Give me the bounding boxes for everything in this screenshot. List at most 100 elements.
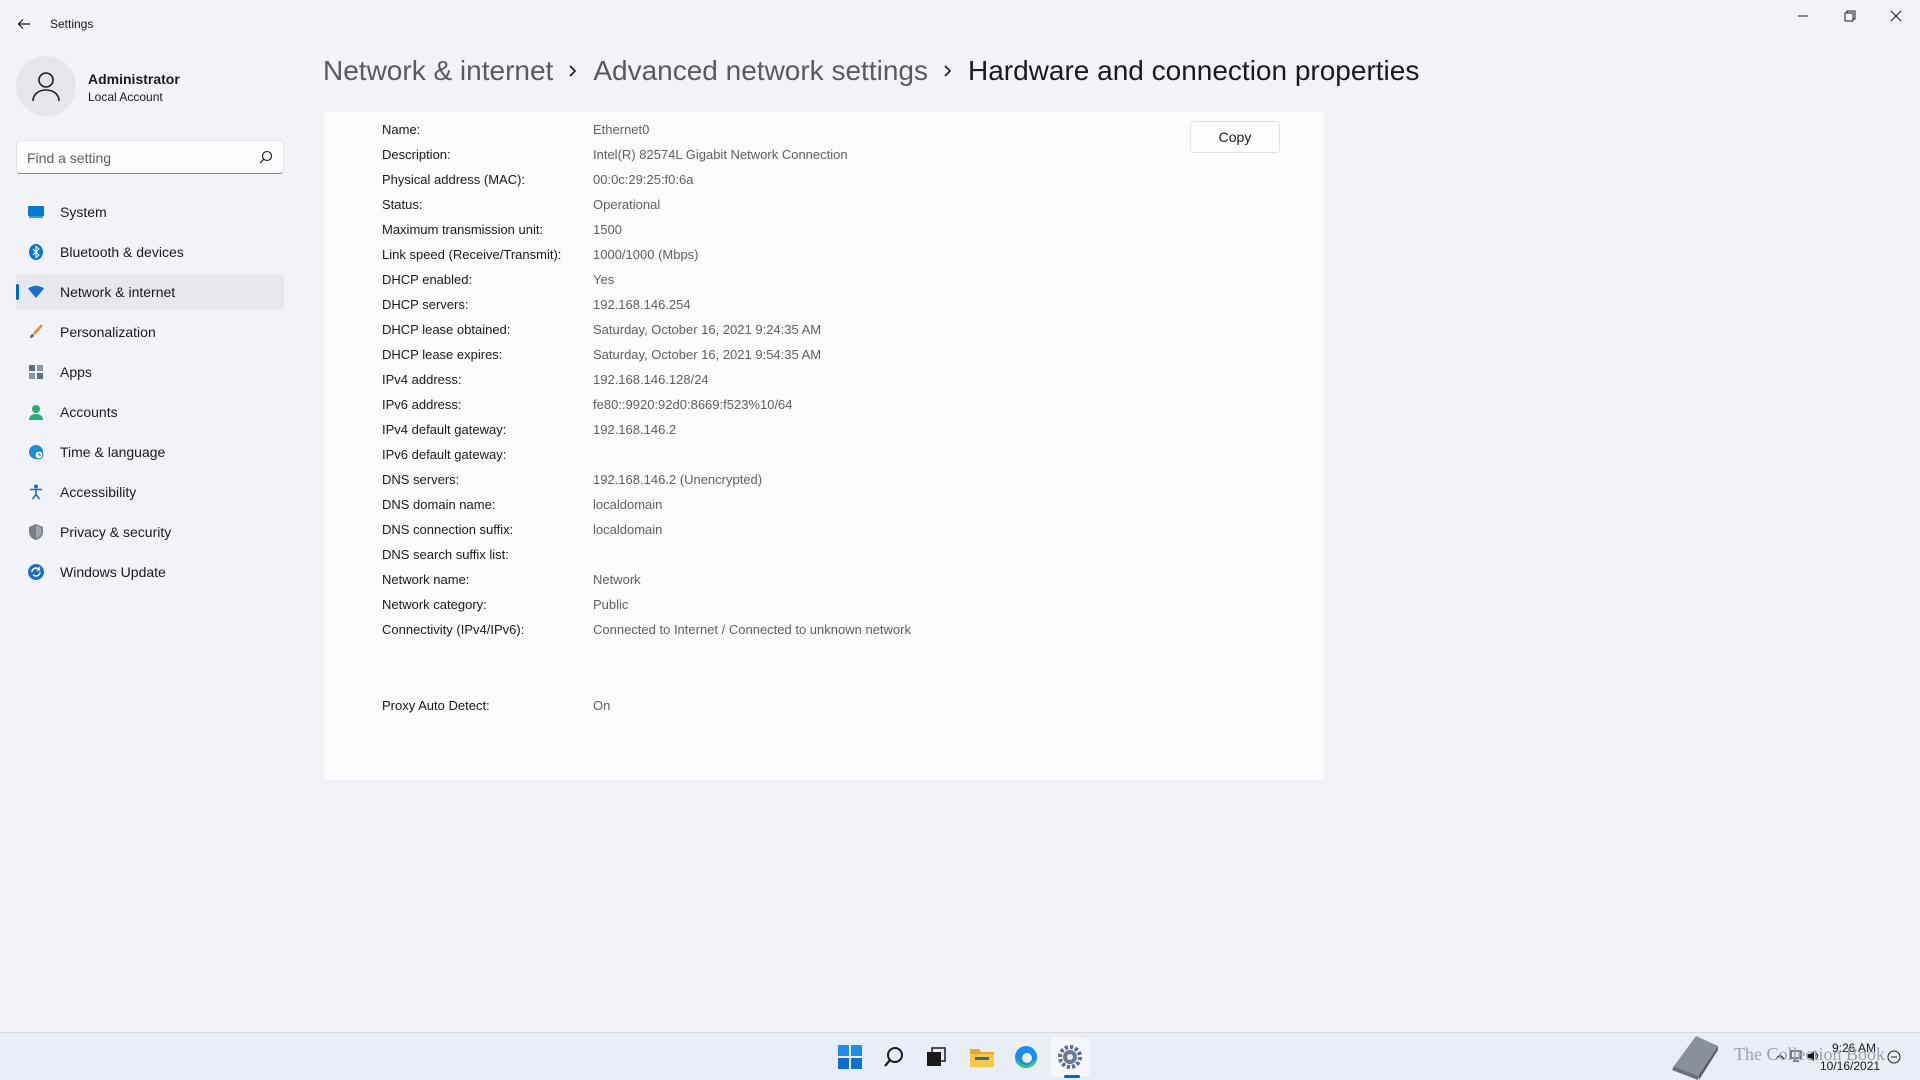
search-icon [884, 1047, 903, 1067]
property-row-proxy: Proxy Auto Detect: On [382, 698, 1182, 723]
sidebar-item-apps[interactable]: Apps [16, 354, 284, 390]
task-view-button[interactable] [916, 1037, 956, 1077]
property-label: DNS search suffix list: [382, 547, 509, 562]
back-arrow-icon [17, 19, 30, 29]
property-label: IPv4 default gateway: [382, 422, 507, 437]
property-value: 1500 [593, 222, 622, 237]
search-input[interactable]: Find a setting [27, 150, 111, 166]
settings-icon [1058, 1045, 1082, 1069]
property-row: IPv4 default gateway: 192.168.146.2 [382, 422, 1182, 447]
search-icon [259, 150, 273, 164]
property-row: IPv4 address: 192.168.146.128/24 [382, 372, 1182, 397]
property-label: Physical address (MAC): [382, 172, 526, 187]
property-value: localdomain [593, 522, 663, 537]
property-value: Operational [593, 197, 661, 212]
chevron-right-icon [928, 57, 968, 85]
property-label: IPv6 default gateway: [382, 447, 507, 462]
close-button[interactable] [1873, 0, 1919, 32]
property-label: Network name: [382, 572, 470, 587]
avatar [16, 56, 76, 116]
property-value: Yes [593, 272, 615, 287]
property-label: IPv4 address: [382, 372, 462, 387]
sidebar-item-system[interactable]: System [16, 194, 284, 230]
property-label: DHCP servers: [382, 297, 469, 312]
property-label: Maximum transmission unit: [382, 222, 544, 237]
user-profile[interactable]: Administrator Local Account [16, 56, 286, 116]
person-icon [28, 404, 44, 420]
bluetooth-icon [28, 244, 44, 260]
sidebar-item-label: Privacy & security [60, 524, 172, 540]
property-value: Network [593, 572, 641, 587]
watermark: The Collection Book [1668, 1030, 1918, 1080]
property-value: fe80::9920:92d0:8669:f523%10/64 [593, 397, 793, 412]
property-label: Network category: [382, 597, 487, 612]
sidebar-item-bluetooth[interactable]: Bluetooth & devices [16, 234, 284, 270]
sidebar-item-label: Network & internet [60, 284, 176, 300]
property-value: Saturday, October 16, 2021 9:24:35 AM [593, 322, 822, 337]
property-row: DHCP enabled: Yes [382, 272, 1182, 297]
monitor-icon [28, 204, 44, 220]
property-value: 00:0c:29:25:f0:6a [593, 172, 694, 187]
property-row: DHCP servers: 192.168.146.254 [382, 297, 1182, 322]
property-row: Name: Ethernet0 [382, 122, 1182, 147]
shield-icon [28, 524, 44, 540]
property-label: Link speed (Receive/Transmit): [382, 247, 562, 262]
sidebar-item-privacy-security[interactable]: Privacy & security [16, 514, 284, 550]
sidebar-item-label: Accessibility [60, 484, 137, 500]
person-icon [32, 72, 60, 102]
task-view-icon [927, 1047, 946, 1066]
property-row: Network category: Public [382, 597, 1182, 622]
property-row: Link speed (Receive/Transmit): 1000/1000 … [382, 247, 1182, 272]
property-row: Maximum transmission unit: 1500 [382, 222, 1182, 247]
taskbar-search-button[interactable] [874, 1037, 914, 1077]
property-value: Ethernet0 [593, 122, 650, 137]
sidebar-item-accounts[interactable]: Accounts [16, 394, 284, 430]
property-row: IPv6 default gateway: [382, 447, 1182, 472]
property-row: Physical address (MAC): 00:0c:29:25:f0:6a [382, 172, 1182, 197]
property-value: Intel(R) 82574L Gigabit Network Connecti… [593, 147, 848, 162]
settings-window: Settings Administrator Local Account Fin… [0, 0, 1920, 1032]
sidebar-item-personalization[interactable]: Personalization [16, 314, 284, 350]
edge-button[interactable] [1006, 1037, 1046, 1077]
sidebar-item-label: Accounts [60, 404, 118, 420]
back-button[interactable] [12, 12, 36, 36]
properties-list: Name: Ethernet0 Description: Intel(R) 82574… [382, 122, 1182, 647]
start-icon [838, 1045, 862, 1069]
property-label: DNS connection suffix: [382, 522, 514, 537]
sidebar-item-label: Apps [60, 364, 92, 380]
property-label: DHCP lease obtained: [382, 322, 511, 337]
property-label: Description: [382, 147, 451, 162]
property-value: 192.168.146.254 [593, 297, 691, 312]
property-value: On [593, 698, 611, 713]
file-explorer-icon [970, 1049, 994, 1067]
property-value: 1000/1000 (Mbps) [593, 247, 699, 262]
sidebar-item-accessibility[interactable]: Accessibility [16, 474, 284, 510]
copy-button[interactable]: Copy [1190, 121, 1280, 153]
breadcrumb: Network & internet Advanced network sett… [323, 55, 1419, 87]
accessibility-icon [28, 484, 44, 500]
property-label: DHCP lease expires: [382, 347, 503, 362]
sidebar-item-network[interactable]: Network & internet [16, 274, 284, 310]
apps-icon [28, 364, 44, 380]
file-explorer-button[interactable] [962, 1037, 1002, 1077]
search-box[interactable]: Find a setting [16, 140, 284, 174]
restore-button[interactable] [1827, 0, 1873, 32]
update-icon [28, 564, 44, 580]
breadcrumb-network-internet[interactable]: Network & internet [323, 55, 553, 87]
watermark-text: The Collection Book [1734, 1044, 1885, 1064]
property-row: DHCP lease obtained: Saturday, October 16… [382, 322, 1182, 347]
property-label: Connectivity (IPv4/IPv6): [382, 622, 525, 637]
start-button[interactable] [830, 1037, 870, 1077]
property-value: Public [593, 597, 629, 612]
property-label: DNS domain name: [382, 497, 496, 512]
sidebar-item-windows-update[interactable]: Windows Update [16, 554, 284, 590]
property-row: IPv6 address: fe80::9920:92d0:8669:f523%1… [382, 397, 1182, 422]
property-row: DNS search suffix list: [382, 547, 1182, 572]
minimize-button[interactable] [1780, 0, 1826, 32]
page-title: Hardware and connection properties [967, 55, 1420, 86]
sidebar-item-time-language[interactable]: Time & language [16, 434, 284, 470]
wifi-icon [28, 284, 44, 300]
settings-taskbar-button[interactable] [1050, 1037, 1090, 1077]
breadcrumb-advanced-network-settings[interactable]: Advanced network settings [593, 55, 928, 87]
active-app-indicator [1064, 1075, 1080, 1078]
